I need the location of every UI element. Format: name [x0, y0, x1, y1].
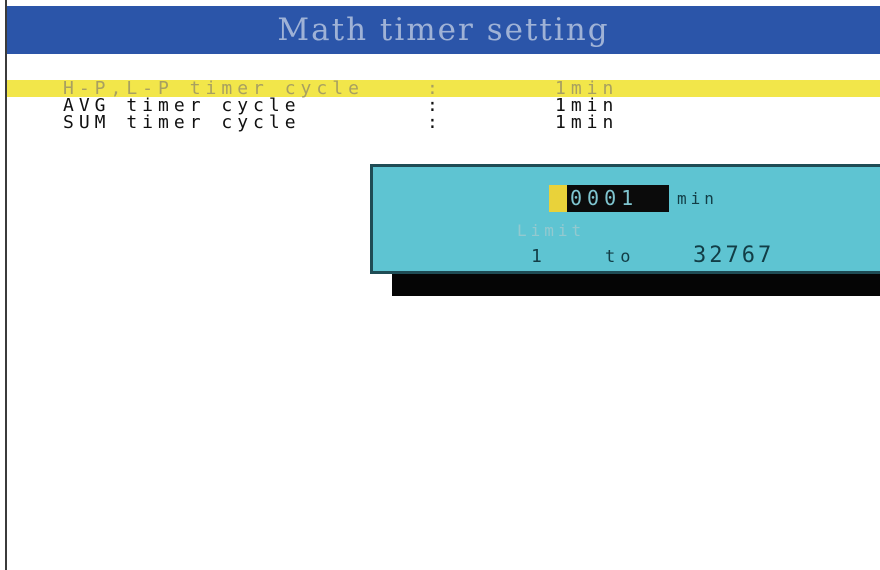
- setting-row-sum-timer-cycle[interactable]: SUM timer cycle : 1min: [7, 112, 880, 133]
- title-bar: Math timer setting: [7, 6, 880, 54]
- input-unit-label: min: [677, 189, 718, 208]
- setting-label: SUM timer cycle: [63, 112, 301, 133]
- input-cursor-digit[interactable]: 0: [549, 185, 567, 212]
- value-entry-popup: 0 0001 min Limit 1 to 32767: [370, 164, 880, 274]
- limit-min-value: 1: [531, 246, 542, 267]
- popup-shadow: [392, 274, 880, 296]
- limit-max-value: 32767: [693, 243, 775, 268]
- setting-value: 1min: [555, 112, 619, 133]
- math-timer-setting-screen: Math timer setting H-P,L-P timer cycle :…: [0, 0, 880, 570]
- timer-value-input[interactable]: 0 0001: [549, 185, 669, 212]
- screen-title: Math timer setting: [277, 11, 610, 48]
- input-digits: 0001: [570, 186, 639, 210]
- limit-label: Limit: [517, 221, 586, 240]
- limit-range-separator: to: [605, 247, 636, 267]
- timer-settings-list: H-P,L-P timer cycle : 1min AVG timer cyc…: [7, 80, 880, 133]
- setting-colon: :: [427, 112, 443, 133]
